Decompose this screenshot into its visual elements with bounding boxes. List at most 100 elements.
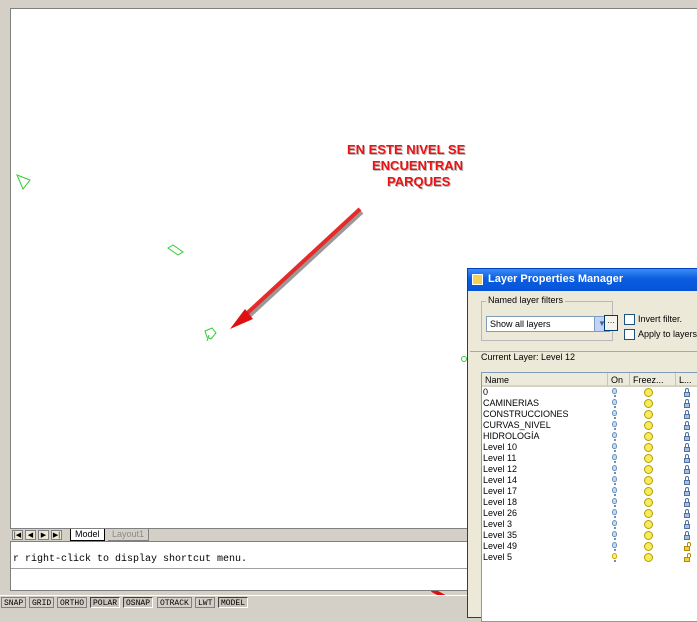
lock-icon[interactable]	[684, 487, 690, 496]
layer-row[interactable]: CONSTRUCCIONES	[482, 409, 697, 420]
layer-row[interactable]: Level 5	[482, 552, 697, 563]
lock-icon[interactable]	[684, 443, 690, 452]
sun-icon[interactable]	[644, 388, 653, 397]
sun-icon[interactable]	[644, 454, 653, 463]
lightbulb-icon[interactable]	[612, 421, 617, 430]
annotation-line-3: PARQUES	[387, 174, 451, 189]
lock-icon[interactable]	[684, 399, 690, 408]
sun-icon[interactable]	[644, 520, 653, 529]
park-shape-1	[16, 174, 31, 190]
column-header-freeze[interactable]: Freez...	[630, 373, 676, 387]
layer-row[interactable]: Level 35	[482, 530, 697, 541]
layer-row[interactable]: Level 11	[482, 453, 697, 464]
layer-row[interactable]: CURVAS_NIVEL	[482, 420, 697, 431]
sun-icon[interactable]	[644, 465, 653, 474]
lightbulb-icon[interactable]	[612, 432, 617, 441]
lightbulb-icon[interactable]	[612, 454, 617, 463]
sun-icon[interactable]	[644, 476, 653, 485]
layer-row[interactable]: Level 17	[482, 486, 697, 497]
next-tab-icon[interactable]: ▶	[38, 530, 49, 540]
layer-row[interactable]: Level 3	[482, 519, 697, 530]
lightbulb-icon[interactable]	[612, 542, 617, 551]
sun-icon[interactable]	[644, 410, 653, 419]
layer-row[interactable]: Level 26	[482, 508, 697, 519]
apply-to-layers-checkbox[interactable]	[624, 329, 635, 340]
layer-name: Level 35	[483, 530, 518, 540]
last-tab-icon[interactable]: ▶|	[51, 530, 62, 540]
tab-model[interactable]: Model	[70, 529, 105, 541]
layers-icon	[472, 274, 483, 285]
otrack-toggle[interactable]: OTRACK	[157, 597, 192, 608]
annotation-arrow	[230, 207, 364, 329]
lock-icon[interactable]	[684, 465, 690, 474]
previous-tab-icon[interactable]: ◀	[25, 530, 36, 540]
lock-icon[interactable]	[684, 553, 691, 562]
lightbulb-icon[interactable]	[612, 553, 617, 562]
sun-icon[interactable]	[644, 553, 653, 562]
lock-icon[interactable]	[684, 509, 690, 518]
layer-row[interactable]: Level 49	[482, 541, 697, 552]
model-toggle[interactable]: MODEL	[218, 597, 249, 608]
lightbulb-icon[interactable]	[612, 520, 617, 529]
lightbulb-icon[interactable]	[612, 531, 617, 540]
invert-filter-label: Invert filter.	[638, 314, 683, 324]
lock-icon[interactable]	[684, 421, 690, 430]
tab-layout1[interactable]: Layout1	[108, 529, 150, 541]
lightbulb-icon[interactable]	[612, 443, 617, 452]
lightbulb-icon[interactable]	[612, 399, 617, 408]
polar-toggle[interactable]: POLAR	[90, 597, 121, 608]
layer-list[interactable]: Name On Freez... L... 0 CAMINERIAS CONSTRU…	[481, 372, 697, 622]
layer-name: Level 49	[483, 541, 518, 551]
lwt-toggle[interactable]: LWT	[195, 597, 216, 608]
ortho-toggle[interactable]: ORTHO	[57, 597, 88, 608]
invert-filter-checkbox[interactable]	[624, 314, 635, 325]
first-tab-icon[interactable]: |◀	[12, 530, 23, 540]
lock-icon[interactable]	[684, 388, 690, 397]
layer-row[interactable]: Level 18	[482, 497, 697, 508]
osnap-toggle[interactable]: OSNAP	[123, 597, 154, 608]
layer-row[interactable]: 0	[482, 387, 697, 398]
sun-icon[interactable]	[644, 421, 653, 430]
lock-icon[interactable]	[684, 476, 690, 485]
sun-icon[interactable]	[644, 432, 653, 441]
layer-row[interactable]: CAMINERIAS	[482, 398, 697, 409]
layer-name: HIDROLOGÍA	[483, 431, 540, 441]
sun-icon[interactable]	[644, 487, 653, 496]
layer-row[interactable]: Level 10	[482, 442, 697, 453]
filter-browse-button[interactable]: …	[604, 315, 618, 331]
grid-toggle[interactable]: GRID	[29, 597, 55, 608]
lock-icon[interactable]	[684, 432, 690, 441]
column-header-name[interactable]: Name	[482, 373, 608, 387]
lock-icon[interactable]	[684, 498, 690, 507]
layer-name: Level 12	[483, 464, 518, 474]
sun-icon[interactable]	[644, 498, 653, 507]
named-layer-filter-select[interactable]: Show all layers ▼	[486, 316, 610, 332]
lightbulb-icon[interactable]	[612, 487, 617, 496]
lock-icon[interactable]	[684, 542, 691, 551]
sun-icon[interactable]	[644, 542, 653, 551]
layer-row[interactable]: Level 12	[482, 464, 697, 475]
lock-icon[interactable]	[684, 454, 690, 463]
lock-icon[interactable]	[684, 531, 690, 540]
layer-row[interactable]: Level 14	[482, 475, 697, 486]
lightbulb-icon[interactable]	[612, 465, 617, 474]
column-header-on[interactable]: On	[608, 373, 630, 387]
lightbulb-icon[interactable]	[612, 498, 617, 507]
lightbulb-icon[interactable]	[612, 476, 617, 485]
layer-name: CURVAS_NIVEL	[483, 420, 551, 430]
lightbulb-icon[interactable]	[612, 410, 617, 419]
lightbulb-icon[interactable]	[612, 509, 617, 518]
dialog-title-bar[interactable]: Layer Properties Manager	[468, 269, 697, 291]
snap-toggle[interactable]: SNAP	[1, 597, 27, 608]
sun-icon[interactable]	[644, 509, 653, 518]
sun-icon[interactable]	[644, 399, 653, 408]
sun-icon[interactable]	[644, 443, 653, 452]
lock-icon[interactable]	[684, 410, 690, 419]
sun-icon[interactable]	[644, 531, 653, 540]
layer-name: Level 5	[483, 552, 513, 562]
lightbulb-icon[interactable]	[612, 388, 617, 397]
column-header-lock[interactable]: L...	[676, 373, 697, 387]
layer-row[interactable]: HIDROLOGÍA	[482, 431, 697, 442]
layer-name: CAMINERIAS	[483, 398, 540, 408]
lock-icon[interactable]	[684, 520, 690, 529]
